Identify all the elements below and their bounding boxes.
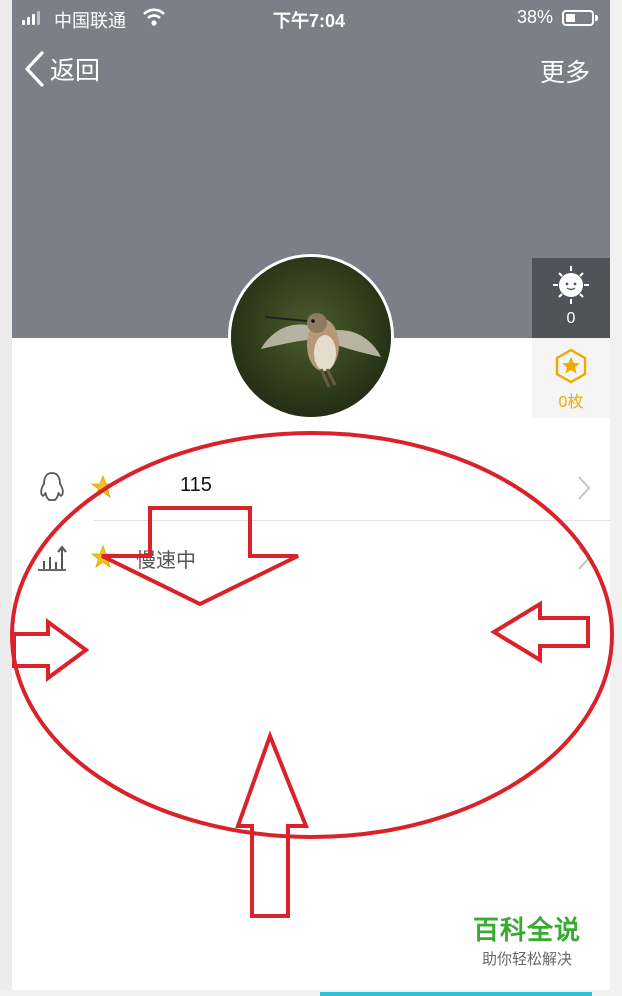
more-button[interactable]: 更多 [540,53,590,89]
weather-widget[interactable]: 0 [532,258,610,338]
star-icon [90,474,116,499]
watermark-title: 百科全说 [472,915,581,945]
list-item-level[interactable]: 慢速中 [12,522,610,592]
badge-widget[interactable]: 0枚 [532,338,610,418]
chart-up-icon [38,545,67,571]
battery-tip [595,15,598,21]
battery-fill [566,14,575,22]
chevron-left-icon [25,51,44,87]
back-button[interactable]: 返回 [22,50,100,88]
wifi-icon [143,8,165,26]
avatar[interactable] [228,254,394,420]
hummingbird-photo [231,257,391,417]
qq-number: 115 [180,474,212,496]
star-badge-icon [555,348,587,384]
status-time: 下午7:04 [273,11,346,31]
chevron-right-icon [578,546,591,570]
bottom-action-button[interactable] [320,992,592,996]
star-icon [90,544,116,569]
battery-icon [562,10,594,26]
status-bar: 中国联通 下午7:04 38% [12,0,610,36]
signal-icon [22,11,40,25]
qq-penguin-icon [40,472,64,501]
carrier-name: 中国联通 [54,11,126,31]
watermark: 百科全说 助你轻松解决 [452,908,602,968]
weather-count: 0 [566,310,576,327]
background-right-strip [610,0,622,996]
back-label: 返回 [50,57,101,85]
list-divider [94,520,610,521]
sun-face-icon [553,266,589,304]
battery-percent: 38% [517,7,554,27]
watermark-subtitle: 助你轻松解决 [481,951,572,968]
level-status: 慢速中 [136,550,196,572]
badge-count: 0枚 [558,394,584,411]
chevron-right-icon [578,476,591,500]
background-left-strip [0,0,12,996]
list-item-qq[interactable]: 115 [12,452,610,522]
phone-screen: 中国联通 下午7:04 38% 返回 更多 0 0枚 115 慢速中 [12,0,610,996]
